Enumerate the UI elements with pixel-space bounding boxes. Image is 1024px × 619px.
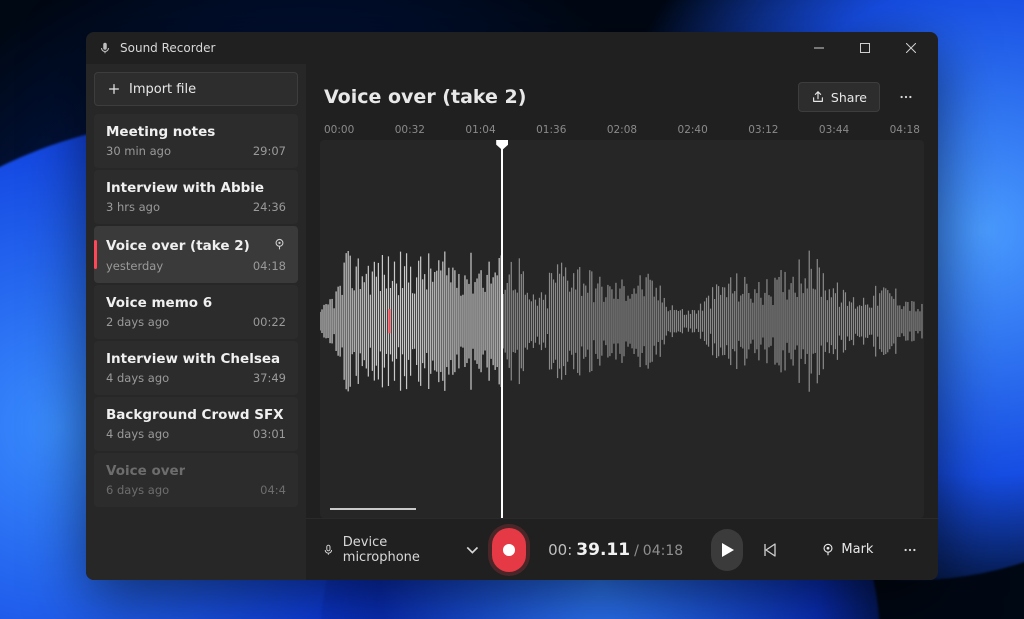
time-separator: / [634, 543, 639, 559]
recording-item-title: Background Crowd SFX [106, 407, 284, 423]
recording-item-meta: 2 days ago [106, 315, 169, 329]
window-minimize-button[interactable] [796, 32, 842, 64]
time-current: 39.11 [576, 540, 630, 560]
recording-item-meta: 3 hrs ago [106, 200, 160, 214]
share-button[interactable]: Share [798, 82, 880, 112]
recording-item[interactable]: Meeting notes 30 min ago 29:07 [94, 114, 298, 168]
ruler-tick: 00:00 [324, 124, 354, 136]
recording-item-title: Meeting notes [106, 124, 215, 140]
share-label: Share [831, 90, 867, 105]
recording-item-title: Voice memo 6 [106, 295, 212, 311]
add-marker-button[interactable]: Mark [811, 534, 883, 566]
skip-back-button[interactable] [757, 533, 783, 567]
app-icon [98, 41, 112, 55]
ruler-tick: 03:44 [819, 124, 849, 136]
device-label: Device microphone [343, 535, 458, 565]
window-maximize-button[interactable] [842, 32, 888, 64]
import-file-button[interactable]: Import file [94, 72, 298, 106]
timeline-ruler: 00:00 00:32 01:04 01:36 02:08 02:40 03:12 03:44… [306, 118, 938, 136]
more-horizontal-icon [899, 90, 913, 104]
recording-title: Voice over (take 2) [324, 86, 788, 108]
transport-bar: Device microphone 00:39.11 / 04:18 [306, 518, 938, 580]
recording-item[interactable]: Voice over (take 2) yesterday 04:18 [94, 226, 298, 283]
recording-item-meta: yesterday [106, 259, 163, 273]
recording-item-duration: 04:4 [260, 483, 286, 497]
recording-item-duration: 03:01 [253, 427, 286, 441]
record-button[interactable] [492, 528, 526, 572]
marker-icon [273, 236, 286, 255]
recording-header: Voice over (take 2) Share [306, 64, 938, 118]
recording-item-duration: 24:36 [253, 200, 286, 214]
main-panel: Voice over (take 2) Share 00:00 00:32 01:0… [306, 64, 938, 580]
microphone-icon [322, 543, 335, 557]
recording-item-meta: 4 days ago [106, 427, 169, 441]
recording-item-meta: 6 days ago [106, 483, 169, 497]
ruler-tick: 02:40 [678, 124, 708, 136]
recording-item-meta: 4 days ago [106, 371, 169, 385]
ruler-tick: 02:08 [607, 124, 637, 136]
more-options-button[interactable] [890, 82, 922, 112]
recording-item-duration: 04:18 [253, 259, 286, 273]
recording-item[interactable]: Interview with Abbie 3 hrs ago 24:36 [94, 170, 298, 224]
zoom-indicator [330, 508, 416, 510]
record-icon [503, 544, 515, 556]
play-icon [721, 543, 735, 557]
timecode-display: 00:39.11 / 04:18 [548, 540, 683, 560]
recording-item[interactable]: Interview with Chelsea 4 days ago 37:49 [94, 341, 298, 395]
recording-item-title: Interview with Abbie [106, 180, 264, 196]
app-window: Sound Recorder Import file Meeting notes… [86, 32, 938, 580]
recording-item-title: Voice over [106, 463, 185, 479]
share-icon [811, 90, 825, 104]
recording-item-meta: 30 min ago [106, 144, 171, 158]
recording-item-duration: 37:49 [253, 371, 286, 385]
ruler-tick: 03:12 [748, 124, 778, 136]
recording-item-title: Voice over (take 2) [106, 238, 250, 254]
ruler-tick: 01:36 [536, 124, 566, 136]
transport-more-button[interactable] [897, 535, 922, 565]
window-close-button[interactable] [888, 32, 934, 64]
ruler-tick: 00:32 [395, 124, 425, 136]
ruler-tick: 01:04 [465, 124, 495, 136]
time-duration: 04:18 [643, 543, 683, 559]
more-horizontal-icon [903, 543, 917, 557]
recording-item[interactable]: Background Crowd SFX 4 days ago 03:01 [94, 397, 298, 451]
app-title: Sound Recorder [120, 41, 215, 55]
waveform-area[interactable] [320, 140, 924, 518]
mark-label: Mark [841, 542, 873, 557]
recording-item[interactable]: Voice over 6 days ago 04:4 [94, 453, 298, 507]
input-device-selector[interactable]: Device microphone [322, 535, 478, 565]
recordings-list[interactable]: Meeting notes 30 min ago 29:07 Interview wi… [94, 114, 298, 580]
marker-icon [821, 543, 835, 557]
waveform-graphic [320, 140, 924, 502]
play-button[interactable] [711, 529, 743, 571]
time-prefix: 00: [548, 541, 572, 559]
skip-back-icon [762, 542, 778, 558]
recording-item-title: Interview with Chelsea [106, 351, 280, 367]
playhead[interactable] [501, 140, 503, 518]
ruler-tick: 04:18 [890, 124, 920, 136]
import-label: Import file [129, 82, 196, 97]
recording-item-duration: 29:07 [253, 144, 286, 158]
title-bar: Sound Recorder [86, 32, 938, 64]
chevron-down-icon [466, 543, 479, 557]
plus-icon [107, 82, 121, 96]
recording-item-duration: 00:22 [253, 315, 286, 329]
recording-item[interactable]: Voice memo 6 2 days ago 00:22 [94, 285, 298, 339]
sidebar: Import file Meeting notes 30 min ago 29:07… [86, 64, 306, 580]
